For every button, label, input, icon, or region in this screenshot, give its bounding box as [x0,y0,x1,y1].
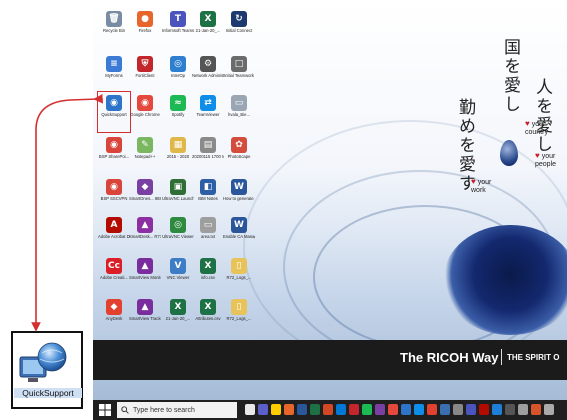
callout-arrow [31,94,103,332]
